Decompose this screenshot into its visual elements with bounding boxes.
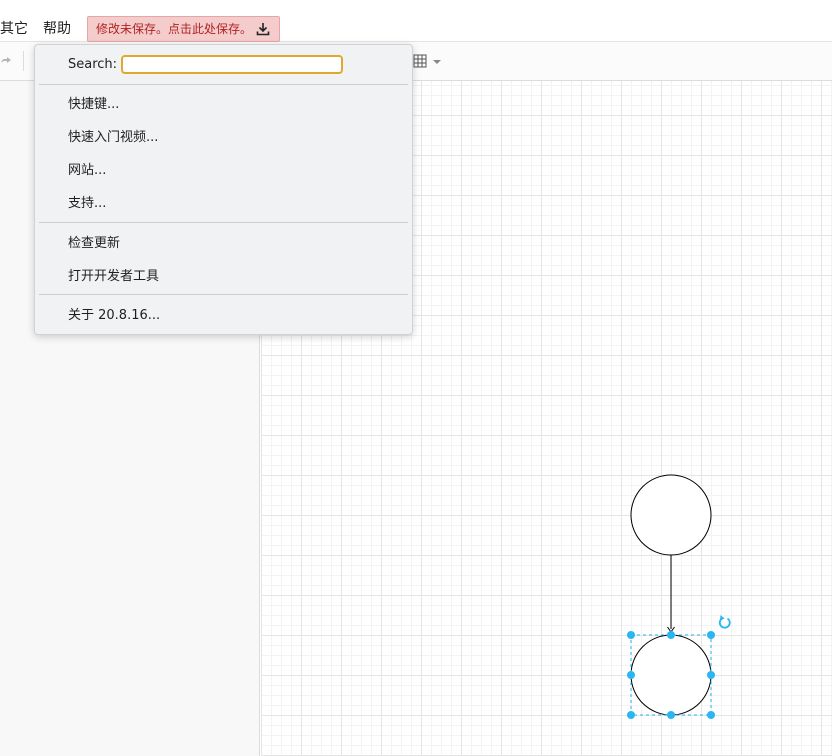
menu-item-support[interactable]: 支持... <box>68 195 106 213</box>
menu-item-shortcuts[interactable]: 快捷键... <box>68 96 119 114</box>
resize-handle[interactable] <box>707 631 715 639</box>
unsaved-changes-button[interactable]: 修改未保存。点击此处保存。 <box>87 16 280 42</box>
search-input[interactable] <box>121 55 343 74</box>
menubar: 其它 帮助 修改未保存。点击此处保存。 <box>0 0 832 42</box>
circle-shape-top[interactable] <box>630 474 712 556</box>
resize-handle[interactable] <box>667 711 675 719</box>
resize-handle[interactable] <box>707 711 715 719</box>
resize-handle[interactable] <box>627 671 635 679</box>
table-icon[interactable] <box>413 54 427 68</box>
resize-handle[interactable] <box>627 631 635 639</box>
download-icon <box>256 23 270 36</box>
menu-help[interactable]: 帮助 <box>43 20 71 38</box>
chevron-down-icon[interactable] <box>432 59 442 65</box>
menu-item-quickstart-video[interactable]: 快速入门视频... <box>68 129 158 147</box>
rotate-icon[interactable] <box>718 615 731 629</box>
menu-item-website[interactable]: 网站... <box>68 162 106 180</box>
resize-handle[interactable] <box>707 671 715 679</box>
resize-handle[interactable] <box>627 711 635 719</box>
menu-item-devtools[interactable]: 打开开发者工具 <box>68 268 159 286</box>
help-dropdown-menu: Search: 快捷键... 快速入门视频... 网站... 支持... 检查更… <box>34 44 413 335</box>
toolbar-separator <box>23 51 24 71</box>
menu-other[interactable]: 其它 <box>0 20 28 38</box>
menu-item-check-updates[interactable]: 检查更新 <box>68 235 120 253</box>
redo-icon[interactable] <box>0 55 12 67</box>
menu-divider <box>39 222 408 223</box>
resize-handle[interactable] <box>667 631 675 639</box>
unsaved-changes-label: 修改未保存。点击此处保存。 <box>96 22 253 36</box>
circle-shape-bottom[interactable] <box>630 634 712 716</box>
search-label: Search: <box>68 57 118 72</box>
menu-item-about[interactable]: 关于 20.8.16... <box>68 307 160 325</box>
menu-divider <box>39 84 408 85</box>
menu-divider <box>39 294 408 295</box>
